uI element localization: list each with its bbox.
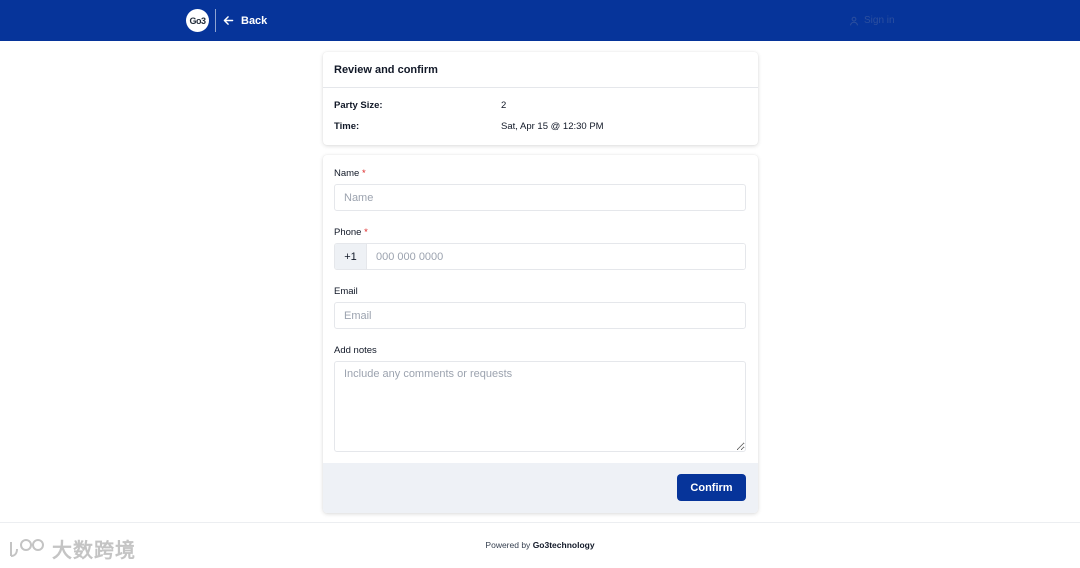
phone-field: +1 bbox=[334, 243, 746, 270]
phone-input[interactable] bbox=[367, 244, 745, 269]
sign-in-link[interactable]: Sign in bbox=[849, 13, 895, 28]
time-value: Sat, Apr 15 @ 12:30 PM bbox=[501, 121, 604, 132]
country-code-prefix[interactable]: +1 bbox=[335, 244, 367, 269]
email-input[interactable] bbox=[334, 302, 746, 329]
page-footer: Powered by Go3technology bbox=[0, 522, 1080, 568]
party-size-value: 2 bbox=[501, 100, 507, 111]
header-divider bbox=[215, 9, 216, 32]
required-mark: * bbox=[361, 168, 366, 179]
review-card: Review and confirm Party Size: 2 Time: S… bbox=[323, 52, 758, 145]
email-label: Email bbox=[334, 286, 358, 297]
notes-label: Add notes bbox=[334, 345, 377, 356]
watermark-logo-icon bbox=[10, 539, 44, 557]
watermark: 大数跨境 bbox=[8, 534, 136, 562]
sign-in-label: Sign in bbox=[864, 15, 895, 26]
party-size-row: Party Size: 2 bbox=[334, 100, 506, 111]
time-row: Time: Sat, Apr 15 @ 12:30 PM bbox=[334, 121, 604, 132]
name-label: Name * bbox=[334, 168, 366, 179]
notes-textarea[interactable] bbox=[334, 361, 746, 452]
phone-label: Phone * bbox=[334, 227, 368, 238]
brand-link[interactable]: Go3technology bbox=[533, 540, 595, 550]
watermark-text: 大数跨境 bbox=[52, 539, 136, 562]
go3-logo[interactable]: Go3 bbox=[186, 9, 209, 32]
party-size-label: Party Size: bbox=[334, 100, 383, 111]
time-label: Time: bbox=[334, 121, 360, 132]
top-navbar: Go3 Back Sign in bbox=[0, 0, 1080, 41]
name-input[interactable] bbox=[334, 184, 746, 211]
user-icon bbox=[850, 16, 858, 25]
required-mark: * bbox=[364, 227, 368, 238]
logo-text: Go3 bbox=[189, 15, 206, 26]
contact-form-card: Name * Phone * +1 Email Add notes Confir… bbox=[323, 155, 758, 513]
form-actions-bar: Confirm bbox=[323, 463, 758, 513]
powered-by-text: Powered by Go3technology bbox=[485, 540, 595, 550]
arrow-left-icon bbox=[223, 16, 234, 25]
confirm-button[interactable]: Confirm bbox=[677, 474, 746, 501]
back-label: Back bbox=[241, 14, 268, 27]
review-title: Review and confirm bbox=[323, 52, 758, 88]
back-button[interactable]: Back bbox=[222, 12, 267, 29]
